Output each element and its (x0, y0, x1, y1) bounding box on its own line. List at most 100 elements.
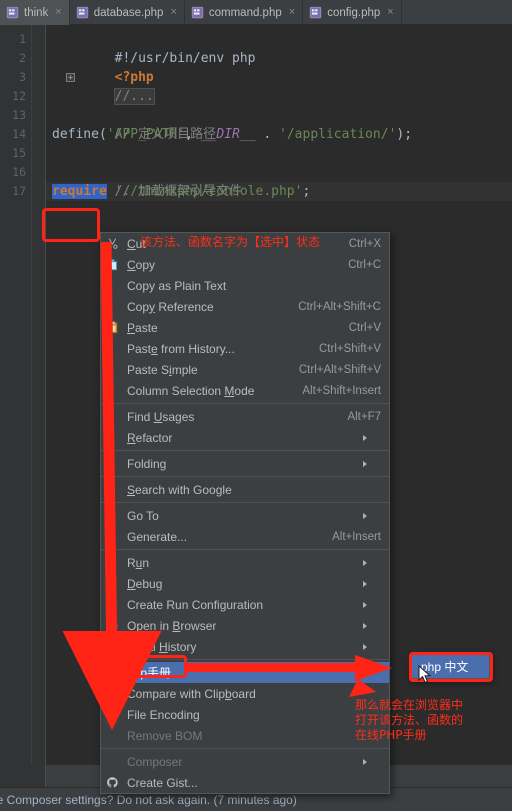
context-menu-item-create-run-configuration[interactable]: Create Run Configuration (101, 594, 389, 615)
tab-close-icon[interactable]: × (387, 7, 393, 18)
context-menu-item-label: Copy (127, 257, 156, 272)
context-menu-item-copy-as-plain-text[interactable]: Copy as Plain Text (101, 275, 389, 296)
context-menu-item-label: Refactor (127, 430, 173, 445)
line-number: 13 (12, 108, 26, 122)
editor-context-menu[interactable]: Cut Ctrl+X Copy Ctrl+C Copy as Plain Text Cop… (100, 232, 390, 794)
context-menu-item-label: Find Usages (127, 409, 195, 424)
code-token: , (185, 127, 201, 142)
chevron-right-icon (363, 669, 381, 676)
context-menu-item-copy-reference[interactable]: Copy Reference Ctrl+Alt+Shift+C (101, 296, 389, 317)
chevron-right-icon (363, 512, 381, 519)
context-menu-item-find-usages[interactable]: Find Usages Alt+F7 (101, 406, 389, 427)
context-menu-item-shortcut: Ctrl+V (348, 321, 381, 334)
code-token: '/application/' (279, 127, 397, 142)
context-menu-item-shortcut: Ctrl+Alt+Shift+C (298, 300, 381, 313)
line-number: 14 (12, 127, 26, 141)
context-menu-item-label: Paste (127, 320, 158, 335)
chevron-right-icon (363, 622, 381, 629)
tab-close-icon[interactable]: × (289, 7, 295, 18)
code-folding-gutter[interactable]: + (32, 25, 75, 787)
code-token: './thinkphp/console.php' (106, 184, 303, 199)
context-menu-separator (101, 476, 389, 477)
editor-tab-think[interactable]: think × (0, 0, 70, 25)
editor-tab-label: config.php (327, 6, 381, 19)
context-menu-item-shortcut: Ctrl+C (348, 258, 381, 271)
editor-tab-config-php[interactable]: config.php × (303, 0, 402, 25)
context-menu-item-label: Go To (127, 508, 159, 523)
line-number: 15 (12, 146, 26, 160)
context-menu-item-paste-from-history[interactable]: Paste from History... Ctrl+Shift+V (101, 338, 389, 359)
code-line-17: require './thinkphp/console.php'; (52, 182, 310, 201)
context-menu-item-column-selection-mode[interactable]: Column Selection Mode Alt+Shift+Insert (101, 380, 389, 401)
context-menu-item-paste[interactable]: Paste Ctrl+V (101, 317, 389, 338)
annotation-note-browser-line1: 那么就会在浏览器中 (355, 698, 464, 712)
code-line-1: #!/usr/bin/env php (52, 30, 256, 66)
context-menu-item-label: Debug (127, 576, 163, 591)
editor-bottom-gutter-strip (0, 765, 46, 787)
chevron-right-icon (363, 601, 381, 608)
context-menu-item-label: File Encoding (127, 707, 200, 722)
context-menu-item-copy[interactable]: Copy Ctrl+C (101, 254, 389, 275)
context-menu-item-label: Paste Simple (127, 362, 198, 377)
context-menu-item-label: Paste from History... (127, 341, 235, 356)
tab-close-icon[interactable]: × (170, 7, 176, 18)
annotation-note-browser-line3: 在线PHP手册 (355, 728, 427, 742)
context-menu-item-folding[interactable]: Folding (101, 453, 389, 474)
mouse-cursor-icon (418, 665, 432, 683)
context-menu-item-compare-with-clipboard[interactable]: Compare with Clipboard (101, 683, 389, 704)
paste-icon (106, 321, 119, 334)
context-menu-item-paste-simple[interactable]: Paste Simple Ctrl+Alt+Shift+V (101, 359, 389, 380)
context-menu-item-composer: Composer (101, 751, 389, 772)
code-token: __DIR__ (200, 127, 256, 142)
context-menu-item-generate[interactable]: Generate... Alt+Insert (101, 526, 389, 547)
context-menu-item-shortcut: Alt+Shift+Insert (302, 384, 381, 397)
php-file-icon (310, 6, 322, 19)
context-menu-item-open-in-browser[interactable]: Open in Browser (101, 615, 389, 636)
code-token: ); (396, 127, 413, 142)
context-menu-item-local-history[interactable]: Local History (101, 636, 389, 657)
context-menu-item-label: Copy as Plain Text (127, 278, 227, 293)
context-menu-item-create-gist[interactable]: Create Gist... (101, 772, 389, 793)
run-icon (106, 556, 119, 569)
status-bar-message: itialize Composer settings? Do not ask a… (0, 792, 297, 807)
ide-window: think × database.php × command.php × con… (0, 0, 512, 811)
context-menu-item-file-encoding[interactable]: File Encoding (101, 704, 389, 725)
code-token-folded-comment[interactable]: //... (113, 88, 155, 105)
context-menu-item-label: Run (127, 555, 150, 570)
cut-icon (106, 237, 119, 250)
context-menu-item-search-with-google[interactable]: Search with Google (101, 479, 389, 500)
context-menu-item-label: Folding (127, 456, 167, 471)
context-menu-item-shortcut: Ctrl+Alt+Shift+V (298, 363, 381, 376)
context-menu-item-label: Column Selection Mode (127, 383, 255, 398)
editor-tab-label: think (24, 6, 49, 19)
tab-close-icon[interactable]: × (55, 7, 61, 18)
code-token: . (255, 127, 280, 142)
editor-tab-label: database.php (93, 6, 164, 19)
line-number: 16 (12, 165, 26, 179)
line-number: 1 (19, 32, 26, 46)
context-menu-item-refactor[interactable]: Refactor (101, 427, 389, 448)
context-menu-item-go-to[interactable]: Go To (101, 505, 389, 526)
debug-icon (106, 577, 119, 590)
context-menu-item-shortcut: Ctrl+X (348, 237, 381, 250)
context-menu-item-label: Compare with Clipboard (127, 686, 256, 701)
tab-bar-empty-space (402, 0, 512, 24)
context-menu-separator (101, 502, 389, 503)
chevron-right-icon (363, 758, 381, 765)
line-number: 17 (12, 184, 26, 198)
context-menu-item-run[interactable]: Run (101, 552, 389, 573)
editor-tab-database-php[interactable]: database.php × (70, 0, 185, 25)
php-file-icon (191, 6, 204, 19)
context-menu-item-debug[interactable]: Debug (101, 573, 389, 594)
browser-icon (106, 619, 119, 632)
editor-tab-command-php[interactable]: command.php × (185, 0, 304, 25)
code-line-2: <?php (52, 49, 154, 85)
context-menu-separator (101, 403, 389, 404)
context-menu-item-label: Composer (127, 754, 183, 769)
line-number: 2 (19, 51, 26, 65)
context-menu-item-shortcut: Alt+F7 (347, 410, 381, 423)
php-file-icon (76, 6, 88, 19)
chevron-right-icon (363, 580, 381, 587)
context-menu-item-php手册[interactable]: php手册 (101, 662, 389, 683)
context-menu-separator (101, 659, 389, 660)
